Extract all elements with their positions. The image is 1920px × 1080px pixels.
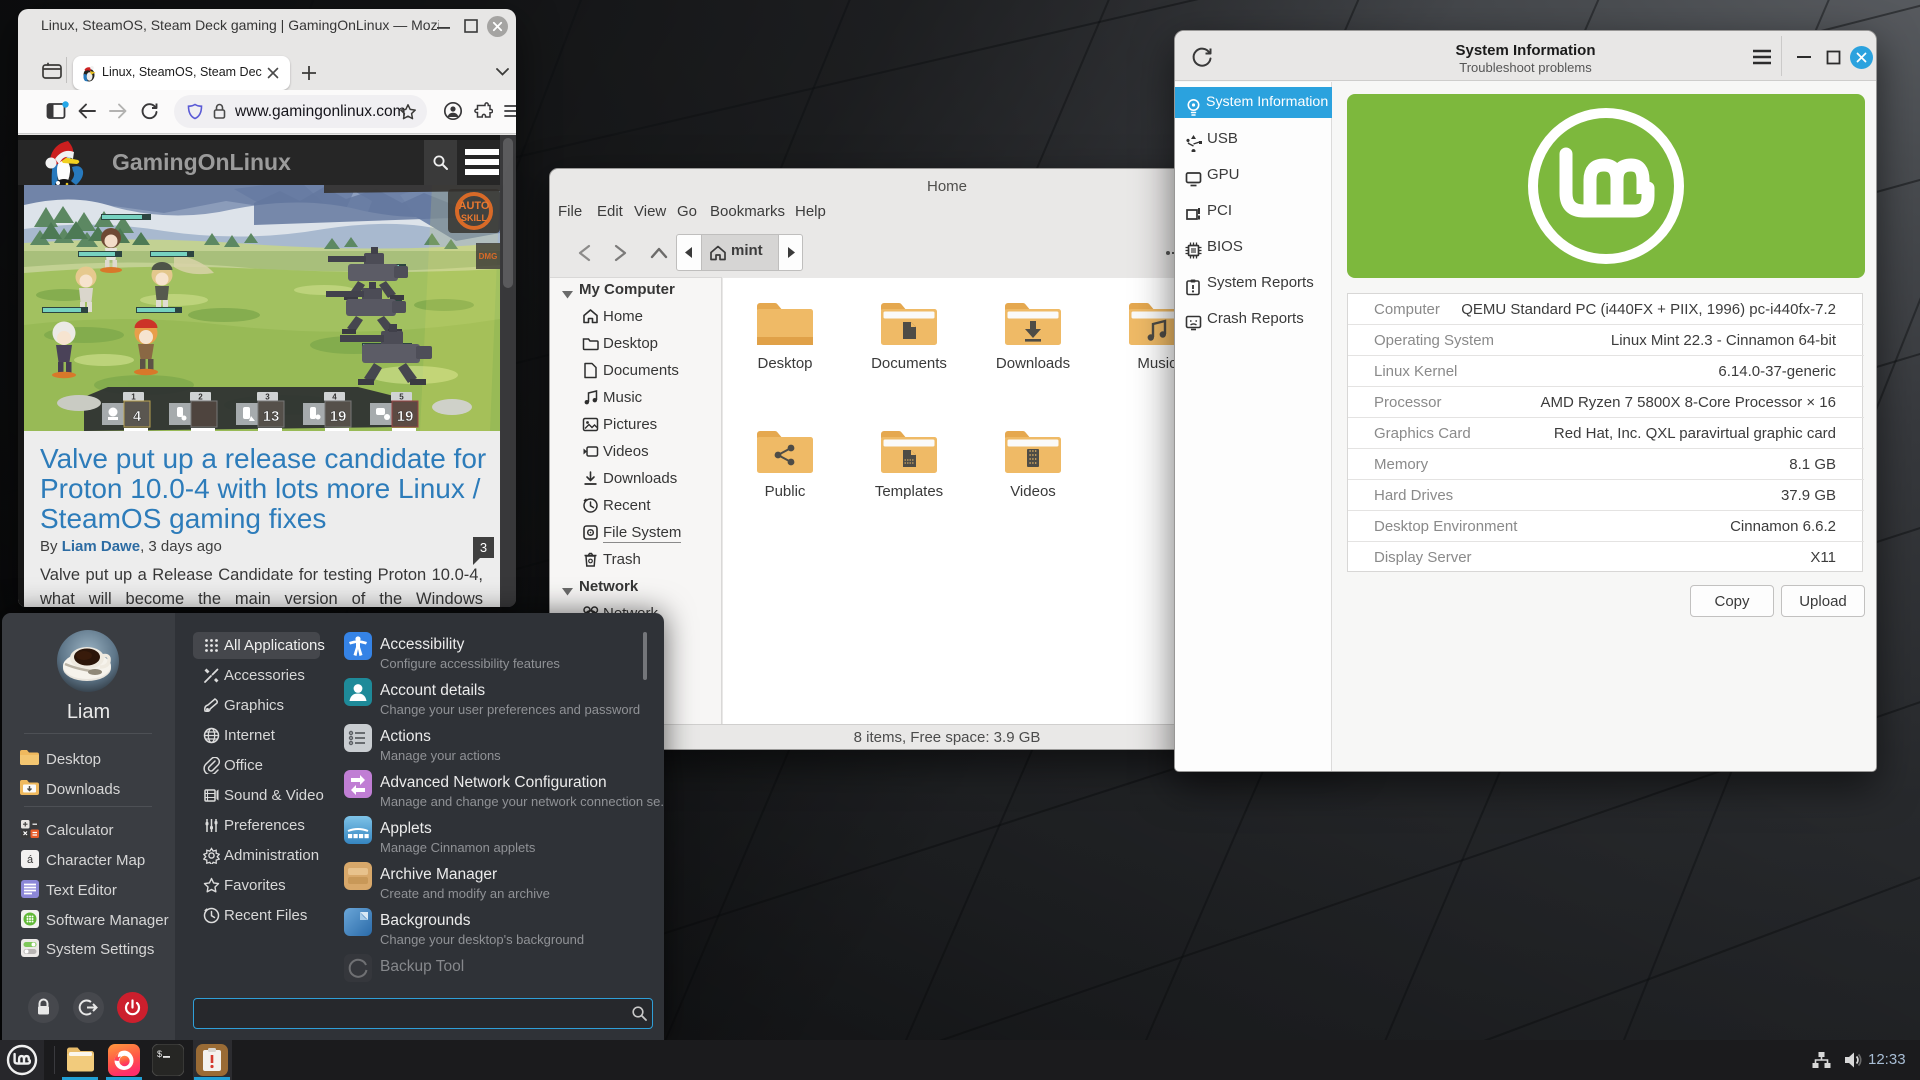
svg-text:13: 13 — [263, 408, 280, 425]
svg-text:4: 4 — [133, 408, 142, 425]
svg-text:DMG: DMG — [479, 252, 498, 261]
svg-text:SKILL: SKILL — [461, 213, 488, 223]
svg-text:4: 4 — [332, 393, 337, 402]
svg-text:Downloads: Downloads — [996, 355, 1070, 372]
svg-text:AUTO: AUTO — [459, 200, 490, 212]
svg-text:1: 1 — [131, 393, 136, 402]
svg-text:5: 5 — [399, 393, 404, 402]
svg-text:$: $ — [157, 1049, 162, 1059]
svg-text:3: 3 — [265, 393, 270, 402]
svg-text:2: 2 — [198, 393, 203, 402]
svg-text:Documents: Documents — [871, 355, 947, 372]
svg-text:Videos: Videos — [1010, 483, 1056, 500]
svg-text:Music: Music — [1137, 355, 1177, 372]
svg-text:Desktop: Desktop — [757, 355, 812, 372]
svg-text:Templates: Templates — [875, 483, 943, 500]
svg-text:á: á — [27, 854, 34, 866]
svg-text:Public: Public — [765, 483, 806, 500]
svg-text:19: 19 — [330, 408, 347, 425]
svg-text:19: 19 — [397, 408, 414, 425]
